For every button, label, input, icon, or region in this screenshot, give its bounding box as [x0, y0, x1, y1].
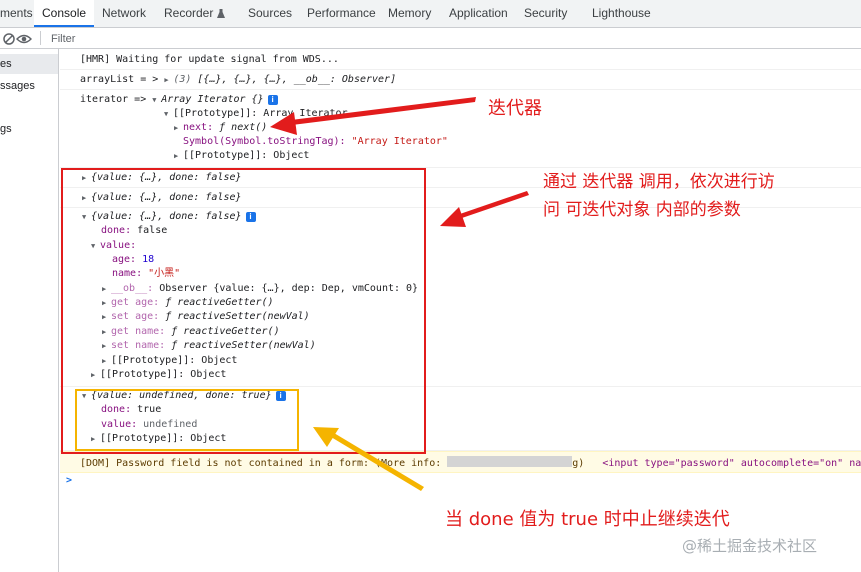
arrow-to-done	[313, 427, 424, 491]
annotation-iterator-label: 迭代器	[488, 98, 542, 119]
arrow-to-next	[270, 97, 476, 135]
watermark: @稀土掘金技术社区	[682, 537, 818, 555]
annotation-access-line-2: 问 可迭代对象 内部的参数	[543, 200, 741, 220]
annotation-done-label: 当 done 值为 true 时中止继续迭代	[445, 509, 730, 530]
annotation-access-line-1: 通过 迭代器 调用，依次进行访	[543, 172, 775, 192]
annotation-arrows	[270, 97, 529, 491]
arrow-to-results	[440, 191, 529, 227]
